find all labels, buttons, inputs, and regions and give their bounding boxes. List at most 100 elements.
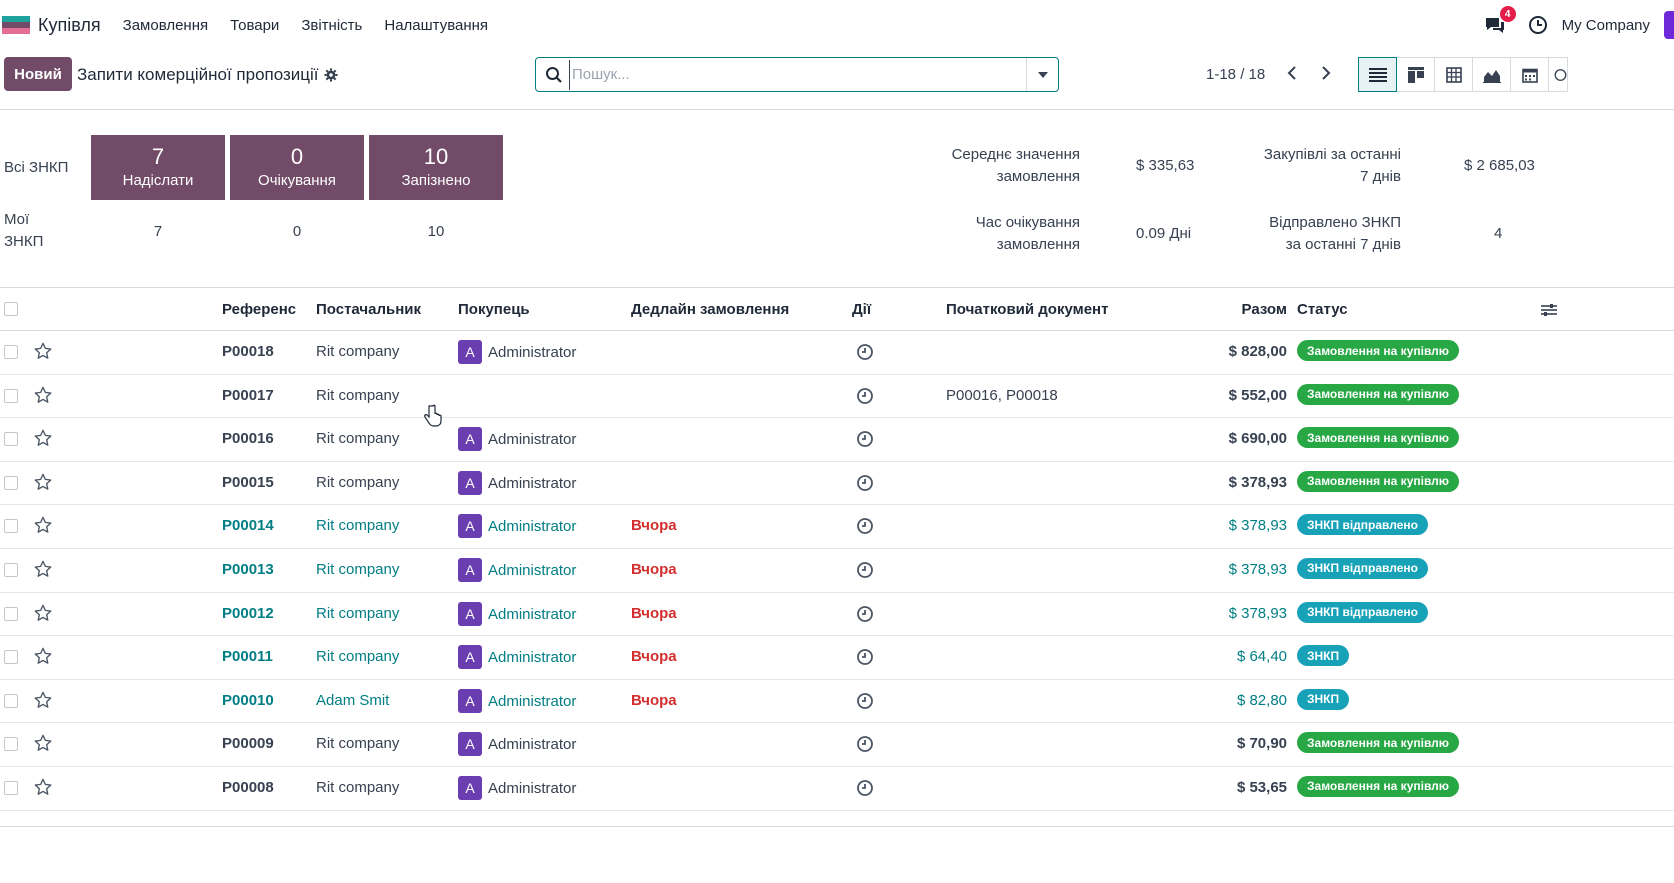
table-row[interactable]: P00014 Rit company A Administrator Вчора $ 37… [0,505,1674,549]
star-icon[interactable] [34,691,52,709]
new-button[interactable]: Новий [4,57,72,91]
chevron-right-icon[interactable] [1316,63,1336,83]
activity-view-button[interactable] [1548,57,1568,92]
pager-value[interactable]: 1-18 / 18 [1206,66,1265,83]
row-checkbox[interactable] [4,780,18,795]
activity-clock-icon[interactable] [856,779,874,797]
avatar[interactable]: A [458,340,482,364]
search-input[interactable] [569,59,1026,90]
table-row[interactable]: P00012 Rit company A Administrator Вчора $ 37… [0,593,1674,637]
table-row[interactable]: P00015 Rit company A Administrator $ 378,93 З… [0,462,1674,506]
company-switcher[interactable]: My Company [1562,17,1650,34]
activity-clock-icon[interactable] [1528,15,1548,35]
activity-clock-icon[interactable] [856,735,874,753]
table-row[interactable]: P00008 Rit company A Administrator $ 53,65 За… [0,767,1674,811]
menu-reporting[interactable]: Звітність [301,17,362,34]
star-icon[interactable] [34,734,52,752]
avatar[interactable]: A [458,688,482,713]
row-checkbox[interactable] [4,562,18,577]
app-name[interactable]: Купівля [38,15,101,36]
col-status[interactable]: Статус [1297,301,1348,318]
tile-to-send[interactable]: 7 Надіслати [91,135,225,200]
activity-clock-icon[interactable] [856,517,874,535]
row-checkbox[interactable] [4,737,18,752]
table-row[interactable]: P00018 Rit company A Administrator $ 828,00 З… [0,331,1674,375]
avatar[interactable]: A [458,775,482,800]
row-checkbox[interactable] [4,345,18,359]
col-total[interactable]: Разом [1242,301,1287,318]
search-icon [546,66,562,83]
star-icon[interactable] [34,516,52,534]
avatar[interactable]: A [458,470,482,495]
row-checkbox[interactable] [4,606,18,621]
star-icon[interactable] [34,647,52,665]
table-row[interactable]: P00009 Rit company A Administrator $ 70,90 За… [0,723,1674,767]
row-checkbox[interactable] [4,519,18,534]
activity-clock-icon[interactable] [856,343,874,361]
activity-clock-icon[interactable] [856,561,874,579]
col-source-document[interactable]: Початковий документ [946,301,1108,318]
col-deadline[interactable]: Дедлайн замовлення [631,301,789,318]
my-to-send-value[interactable]: 7 [91,223,225,240]
activity-clock-icon[interactable] [856,430,874,448]
activity-clock-icon[interactable] [856,648,874,666]
avatar[interactable]: A [458,427,482,452]
row-vendor: Rit company [316,648,400,666]
kanban-view-button[interactable] [1396,57,1435,92]
star-icon[interactable] [34,429,52,447]
avatar[interactable]: A [458,732,482,757]
pivot-view-button[interactable] [1434,57,1473,92]
my-waiting-value[interactable]: 0 [230,223,364,240]
avatar[interactable]: A [458,514,482,539]
menu-settings[interactable]: Налаштування [384,17,488,34]
list-view-button[interactable] [1358,57,1397,92]
table-row[interactable]: P00013 Rit company A Administrator Вчора $ 37… [0,549,1674,593]
column-options-icon[interactable] [1540,302,1558,318]
table-row[interactable]: P00017 Rit company P00016, P00018 $ 552,00 З… [0,375,1674,419]
menu-orders[interactable]: Замовлення [123,17,208,34]
select-all-checkbox[interactable] [4,302,18,316]
calendar-view-button[interactable] [1510,57,1549,92]
graph-view-button[interactable] [1472,57,1511,92]
star-icon[interactable] [34,473,52,491]
menu-products[interactable]: Товари [230,17,279,34]
star-icon[interactable] [34,386,52,404]
gear-icon[interactable] [323,68,338,82]
user-avatar[interactable] [1664,11,1674,39]
app-logo-icon[interactable] [2,16,30,34]
row-checkbox[interactable] [4,650,18,665]
star-icon[interactable] [34,342,52,360]
col-reference[interactable]: Референс [222,301,296,318]
activity-clock-icon[interactable] [856,474,874,492]
chevron-left-icon[interactable] [1282,63,1302,83]
row-checkbox[interactable] [4,388,18,403]
search-options-toggle[interactable] [1026,58,1058,91]
tile-late[interactable]: 10 Запізнено [369,135,503,200]
activity-clock-icon[interactable] [856,605,874,623]
col-buyer[interactable]: Покупець [458,301,530,318]
activity-clock-icon[interactable] [856,692,874,710]
table-row[interactable]: P00011 Rit company A Administrator Вчора $ 64… [0,636,1674,680]
activity-clock-icon[interactable] [856,387,874,405]
col-vendor[interactable]: Постачальник [316,301,421,318]
table-row[interactable]: P00016 Rit company A Administrator $ 690,00 З… [0,418,1674,462]
row-checkbox[interactable] [4,432,18,447]
star-icon[interactable] [34,778,52,796]
row-vendor: Rit company [316,430,400,448]
search-bar [535,57,1059,92]
col-activities[interactable]: Дії [852,301,871,318]
star-icon[interactable] [34,560,52,578]
star-icon[interactable] [34,604,52,622]
avatar[interactable]: A [458,601,482,626]
table-row[interactable]: P00010 Adam Smit A Administrator Вчора $ 82,8… [0,680,1674,724]
table-icon [1445,66,1462,83]
status-badge: Замовлення на купівлю [1297,775,1460,797]
avatar[interactable]: A [458,557,482,582]
avg-order-label: Середнє значення замовлення [952,144,1080,188]
tile-waiting[interactable]: 0 Очікування [230,135,364,200]
row-checkbox[interactable] [4,475,18,490]
avatar[interactable]: A [458,645,482,670]
my-late-value[interactable]: 10 [369,223,503,240]
chat-icon[interactable]: 4 [1484,6,1516,36]
row-checkbox[interactable] [4,693,18,708]
